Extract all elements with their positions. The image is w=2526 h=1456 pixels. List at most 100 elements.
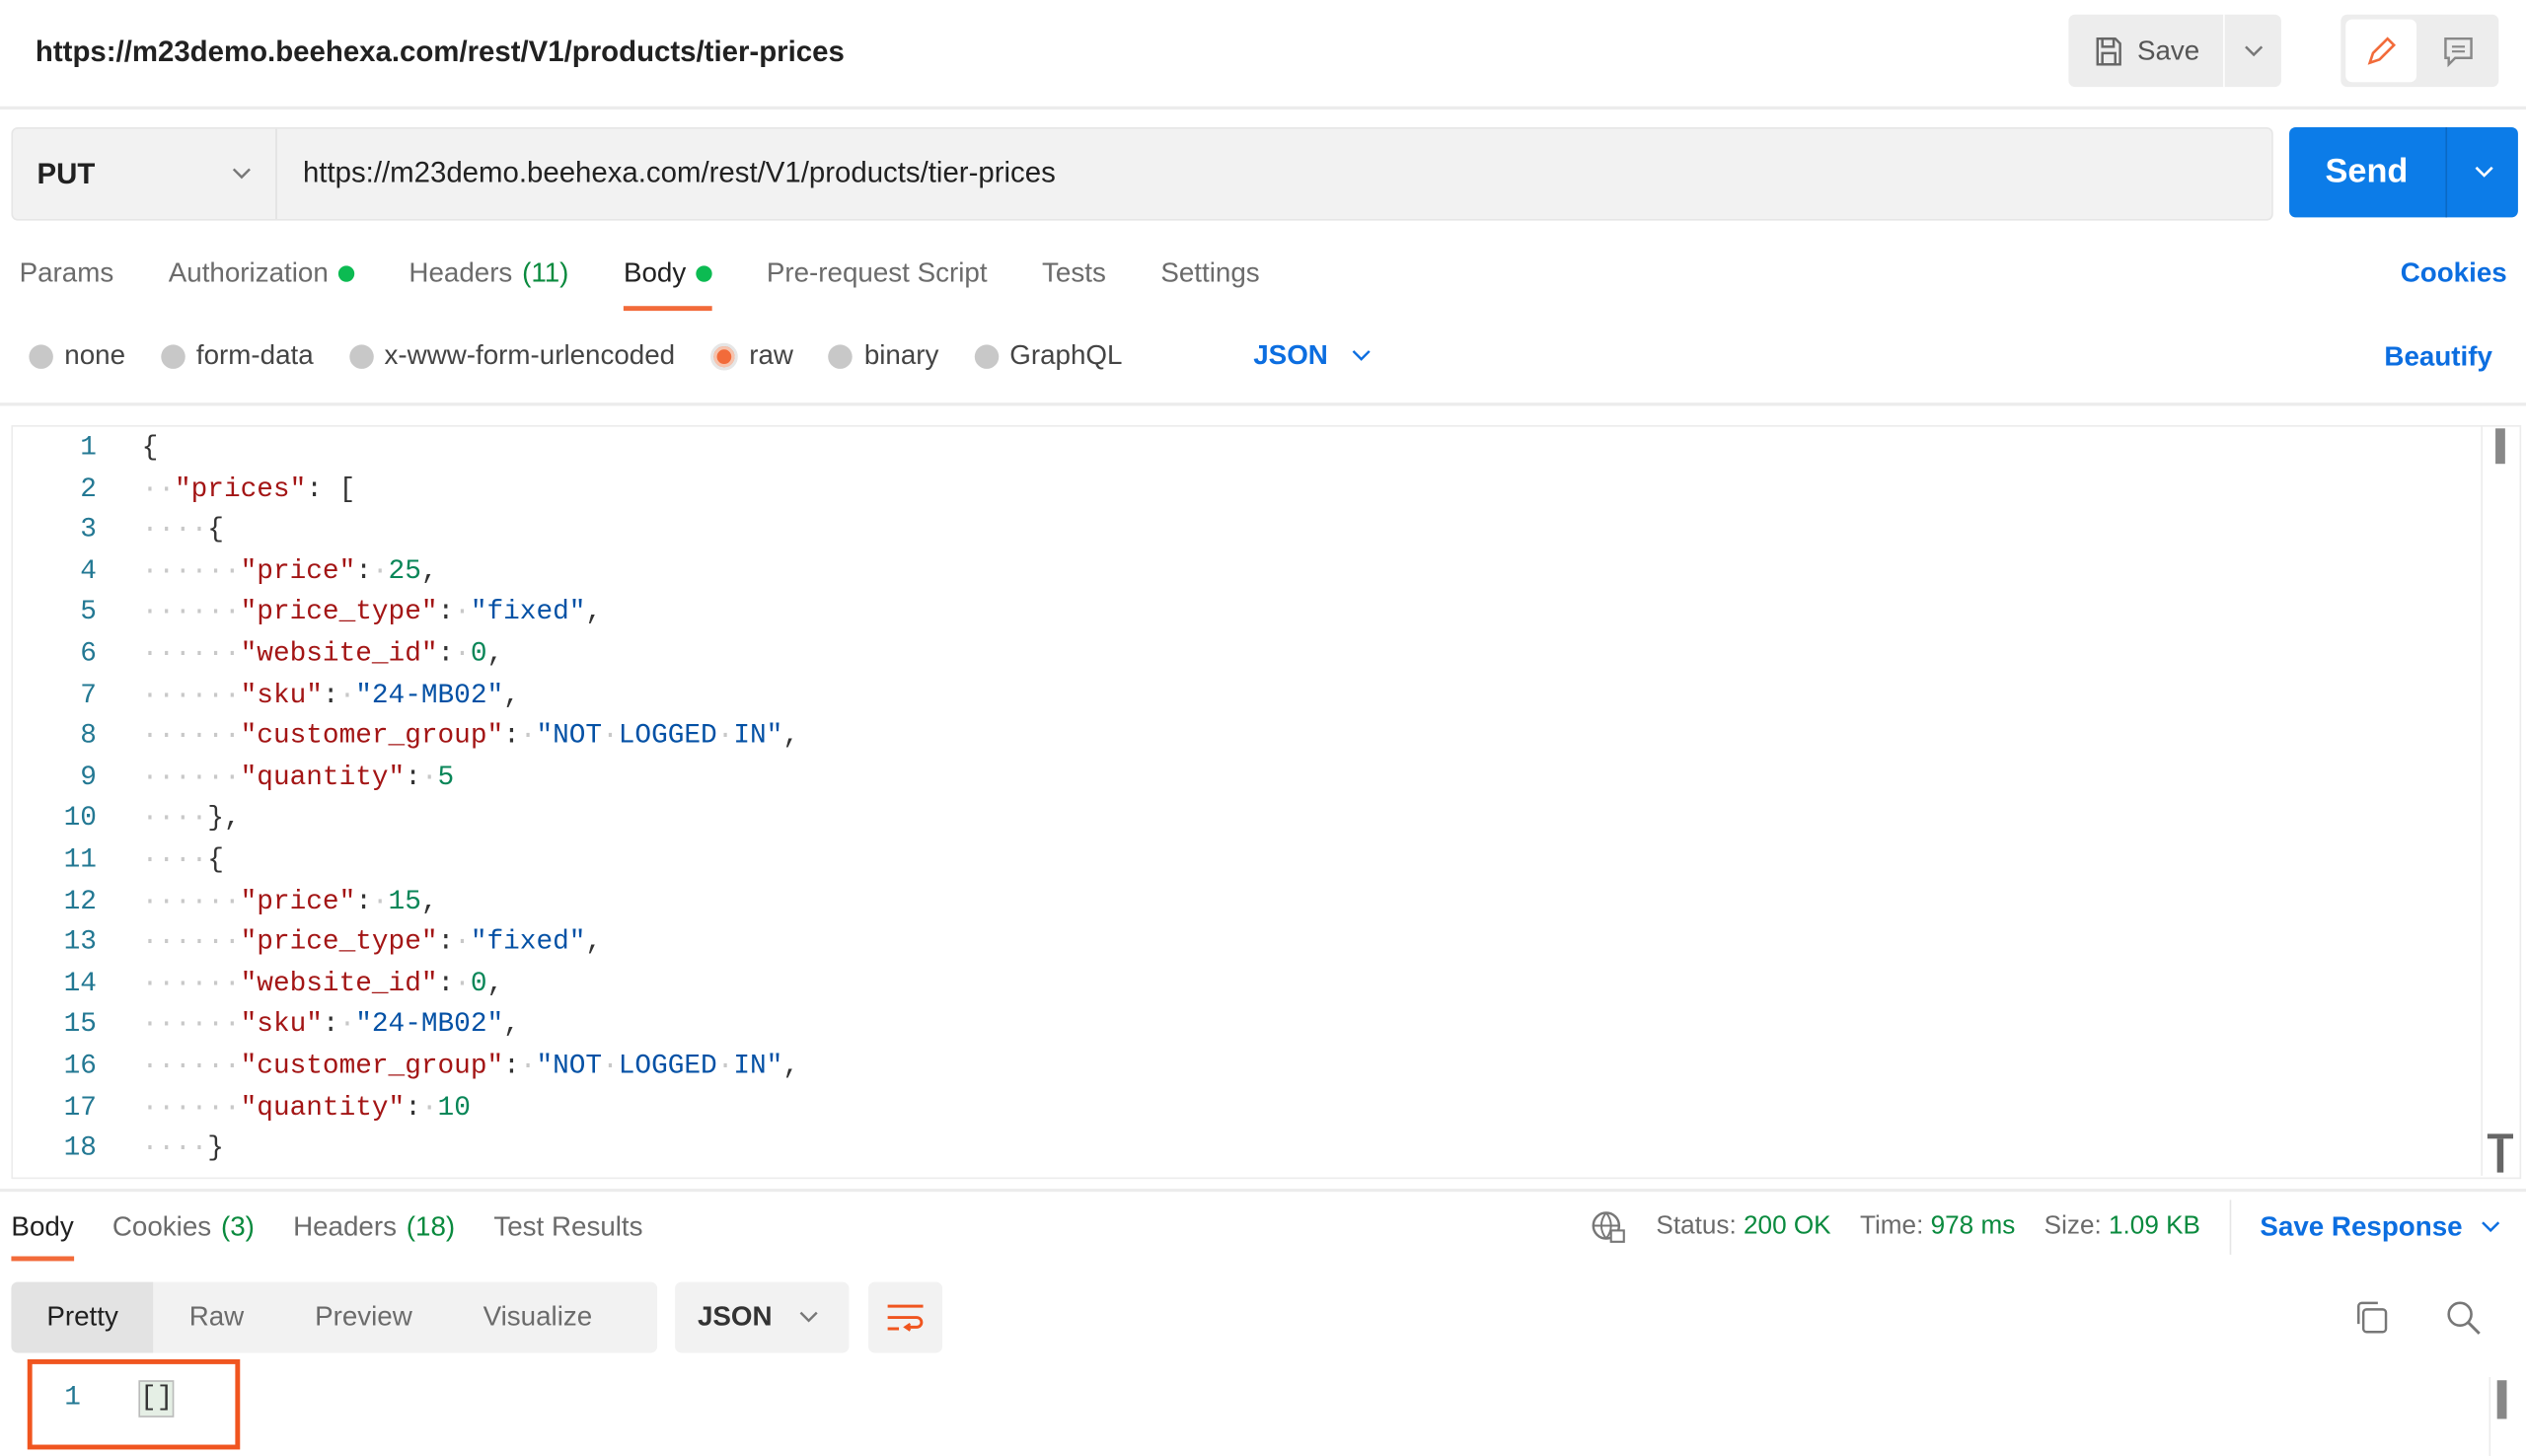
url-input[interactable]	[302, 156, 2237, 190]
body-code-editor[interactable]: 1{2 ··"prices": [3 ····{4 ······"price":·25…	[11, 425, 2522, 1180]
scrollbar-thumb[interactable]	[2495, 428, 2505, 465]
send-dropdown-button[interactable]	[2445, 126, 2519, 218]
tab-label: Headers	[409, 257, 513, 289]
chevron-down-icon	[2481, 1221, 2499, 1233]
code-line: 15 ······"sku":·"24-MB02",	[13, 1010, 520, 1051]
tab-headers[interactable]: Headers (11)	[409, 255, 568, 293]
edit-button[interactable]	[2345, 19, 2417, 83]
response-scrollbar-track[interactable]	[2489, 1376, 2507, 1456]
radio-circle	[974, 343, 999, 369]
view-pretty[interactable]: Pretty	[11, 1281, 154, 1353]
radio-label: none	[64, 339, 126, 371]
line-content: ······"quantity":·5	[141, 763, 455, 794]
code-line: 18 ····}	[13, 1134, 224, 1175]
code-line: 13 ······"price_type":·"fixed",	[13, 928, 602, 969]
body-format-select[interactable]: JSON	[1253, 339, 1373, 372]
response-tab-headers[interactable]: Headers (18)	[293, 1208, 455, 1247]
view-preview[interactable]: Preview	[279, 1282, 448, 1353]
response-tabs: Body Cookies (3) Headers (18) Test Results	[11, 1208, 643, 1262]
code-line: 12 ······"price":·15,	[13, 886, 438, 927]
line-number: 5	[80, 598, 97, 629]
scrollbar-end	[2487, 1133, 2514, 1177]
radio-circle	[710, 341, 738, 370]
save-icon	[2095, 36, 2121, 65]
tab-settings[interactable]: Settings	[1160, 255, 1259, 293]
radio-none[interactable]: none	[29, 339, 125, 372]
line-number: 7	[80, 680, 97, 711]
radio-label: form-data	[195, 339, 314, 371]
tab-label: Body	[11, 1210, 74, 1242]
time: Time: 978 ms	[1860, 1212, 2016, 1241]
line-content: ······"price":·25,	[141, 556, 438, 588]
tab-count: (11)	[522, 257, 569, 289]
search-icon	[2447, 1301, 2481, 1335]
tab-label: Params	[19, 257, 114, 289]
code-line: 5 ······"price_type":·"fixed",	[13, 598, 602, 638]
line-content: ······"sku":·"24-MB02",	[141, 680, 520, 711]
copy-button[interactable]	[2352, 1298, 2391, 1345]
line-content: ····{	[141, 515, 224, 546]
save-response-button[interactable]: Save Response	[2260, 1211, 2500, 1244]
radio-circle	[348, 343, 374, 369]
radio-form-data[interactable]: form-data	[160, 339, 314, 372]
response-tab-body[interactable]: Body	[11, 1208, 74, 1262]
search-button[interactable]	[2444, 1298, 2483, 1345]
line-content: ····{	[141, 845, 224, 877]
size: Size: 1.09 KB	[2043, 1212, 2200, 1241]
save-button[interactable]: Save	[2068, 14, 2225, 88]
radio-x-www-form-urlencoded[interactable]: x-www-form-urlencoded	[348, 339, 676, 372]
line-content: ······"customer_group":·"NOT·LOGGED·IN",	[141, 721, 799, 753]
save-dropdown-button[interactable]	[2226, 15, 2281, 87]
view-visualize[interactable]: Visualize	[448, 1282, 628, 1353]
radio-label: raw	[749, 339, 793, 371]
method-label: PUT	[37, 157, 96, 189]
line-number: 18	[63, 1133, 97, 1165]
line-number: 4	[80, 556, 97, 588]
globe-icon[interactable]	[1589, 1208, 1627, 1247]
tab-tests[interactable]: Tests	[1042, 255, 1106, 293]
radio-circle	[29, 343, 53, 369]
line-number: 11	[63, 845, 97, 877]
line-number: 12	[63, 886, 97, 917]
line-content: ······"sku":·"24-MB02",	[141, 1010, 520, 1042]
editor-scrollbar[interactable]	[2481, 425, 2518, 1176]
code-line: 7 ······"sku":·"24-MB02",	[13, 681, 520, 721]
radio-binary[interactable]: binary	[828, 339, 938, 372]
code-line: 1{	[13, 433, 158, 473]
radio-raw[interactable]: raw	[710, 339, 793, 372]
beautify-link[interactable]: Beautify	[2384, 341, 2492, 374]
tab-params[interactable]: Params	[20, 255, 114, 293]
send-button[interactable]: Send	[2289, 127, 2444, 217]
tab-label: Pre-request Script	[766, 257, 988, 289]
body-format-label: JSON	[1253, 339, 1328, 371]
method-select[interactable]: PUT	[13, 128, 277, 220]
view-raw[interactable]: Raw	[154, 1282, 279, 1353]
tab-count: (18)	[406, 1210, 456, 1242]
response-tab-test-results[interactable]: Test Results	[493, 1208, 642, 1247]
response-format-select[interactable]: JSON	[675, 1281, 850, 1353]
tab-body[interactable]: Body	[623, 255, 712, 312]
radio-label: GraphQL	[1009, 339, 1123, 371]
comments-button[interactable]	[2423, 20, 2494, 83]
tab-pre-request-script[interactable]: Pre-request Script	[767, 255, 988, 293]
code-line: 14 ······"website_id":·0,	[13, 970, 503, 1010]
radio-graphql[interactable]: GraphQL	[974, 339, 1122, 372]
line-number: 2	[80, 473, 97, 506]
line-number: 15	[63, 1010, 97, 1042]
line-content: ······"price":·15,	[141, 886, 438, 917]
response-tab-cookies[interactable]: Cookies (3)	[112, 1208, 255, 1247]
code-line: 11 ····{	[13, 845, 224, 886]
comment-icon	[2444, 36, 2473, 67]
send-button-group: Send	[2289, 126, 2519, 218]
line-content: ····},	[141, 804, 241, 836]
cookies-link[interactable]: Cookies	[2401, 257, 2507, 290]
tab-label: Test Results	[493, 1210, 643, 1242]
code-line: 2 ··"prices": [	[13, 474, 355, 515]
line-content: ······"website_id":·0,	[141, 639, 504, 671]
tab-label: Body	[623, 257, 687, 289]
tab-authorization[interactable]: Authorization	[169, 255, 354, 293]
wrap-lines-button[interactable]	[868, 1281, 943, 1353]
wrap-lines-icon	[887, 1304, 924, 1332]
radio-label: x-www-form-urlencoded	[384, 339, 676, 371]
code-line: 8 ······"customer_group":·"NOT·LOGGED·IN"…	[13, 722, 799, 763]
